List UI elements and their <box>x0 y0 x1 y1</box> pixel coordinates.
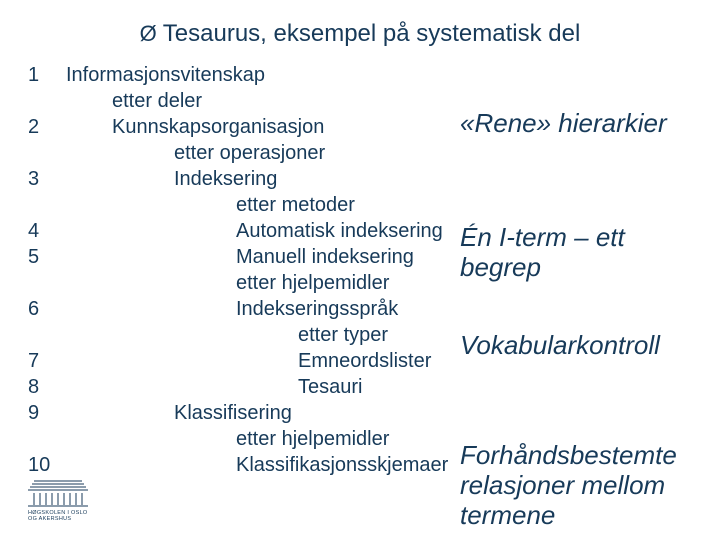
row-number: 4 <box>28 218 66 244</box>
row-number <box>28 192 66 218</box>
row-label: Informasjonsvitenskap <box>66 62 265 88</box>
title-text: Tesaurus, eksempel på systematisk del <box>163 20 581 47</box>
row-number <box>28 88 66 114</box>
hierarchy-row: etter operasjoner <box>28 140 458 166</box>
row-number: 1 <box>28 62 66 88</box>
row-number <box>28 426 66 452</box>
hierarchy-row: etter typer <box>28 322 458 348</box>
hierarchy-row: 4 Automatisk indeksering <box>28 218 458 244</box>
row-number: 3 <box>28 166 66 192</box>
row-label: etter metoder <box>236 192 355 218</box>
hierarchy-row: 10 Klassifikasjonsskjemaer <box>28 452 458 478</box>
row-label: etter deler <box>112 88 202 114</box>
row-label: Automatisk indeksering <box>236 218 443 244</box>
hierarchy-row: etter hjelpemidler <box>28 270 458 296</box>
row-number <box>28 270 66 296</box>
row-label: Indekseringsspråk <box>236 296 398 322</box>
hierarchy-row: 8 Tesauri <box>28 374 458 400</box>
logo-building-icon <box>28 477 88 507</box>
row-number: 10 <box>28 452 66 478</box>
logo-text: HØGSKOLEN I OSLO OG AKERSHUS <box>28 510 98 522</box>
institution-logo: HØGSKOLEN I OSLO OG AKERSHUS <box>28 477 98 522</box>
row-label: etter operasjoner <box>174 140 325 166</box>
annotation-4: Forhåndsbestemte relasjoner mellom terme… <box>460 440 700 530</box>
row-label: etter typer <box>298 322 388 348</box>
row-number: 6 <box>28 296 66 322</box>
row-label: etter hjelpemidler <box>236 426 389 452</box>
slide: ØTesaurus, eksempel på systematisk del 1… <box>0 0 720 540</box>
hierarchy-row: 3 Indeksering <box>28 166 458 192</box>
annotation-2: Én I-term – ett begrep <box>460 222 700 282</box>
hierarchy-row: etter metoder <box>28 192 458 218</box>
row-label: Emneordslister <box>298 348 431 374</box>
hierarchy-row: 2 Kunnskapsorganisasjon <box>28 114 458 140</box>
hierarchy-row: etter hjelpemidler <box>28 426 458 452</box>
row-number: 5 <box>28 244 66 270</box>
row-number <box>28 322 66 348</box>
row-label: Klassifikasjonsskjemaer <box>236 452 448 478</box>
annotation-1: «Rene» hierarkier <box>460 108 700 138</box>
hierarchy-row: 1Informasjonsvitenskap <box>28 62 458 88</box>
row-label: Manuell indeksering <box>236 244 414 270</box>
row-number: 8 <box>28 374 66 400</box>
row-label: Indeksering <box>174 166 277 192</box>
hierarchy-row: etter deler <box>28 88 458 114</box>
row-label: Klassifisering <box>174 400 292 426</box>
row-number: 2 <box>28 114 66 140</box>
bullet-arrow-icon: Ø <box>140 21 157 46</box>
hierarchy-list: 1Informasjonsvitenskapetter deler 2 Kunnsk… <box>28 62 458 478</box>
row-label: Tesauri <box>298 374 362 400</box>
row-label: etter hjelpemidler <box>236 270 389 296</box>
hierarchy-row: 9 Klassifisering <box>28 400 458 426</box>
hierarchy-row: 5 Manuell indeksering <box>28 244 458 270</box>
slide-title: ØTesaurus, eksempel på systematisk del <box>0 20 720 48</box>
row-number: 9 <box>28 400 66 426</box>
hierarchy-row: 7 Emneordslister <box>28 348 458 374</box>
row-number <box>28 140 66 166</box>
row-number: 7 <box>28 348 66 374</box>
row-label: Kunnskapsorganisasjon <box>112 114 324 140</box>
annotation-3: Vokabularkontroll <box>460 330 700 360</box>
hierarchy-row: 6 Indekseringsspråk <box>28 296 458 322</box>
